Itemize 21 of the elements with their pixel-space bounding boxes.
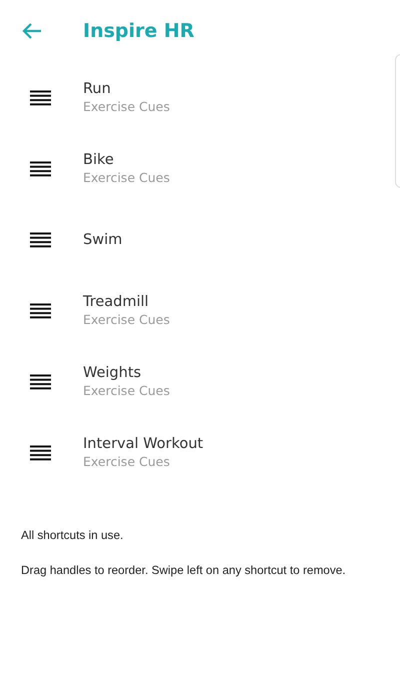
- back-icon[interactable]: [22, 23, 42, 39]
- drag-handle-icon[interactable]: [30, 302, 51, 318]
- shortcut-subtitle: Exercise Cues: [83, 170, 170, 185]
- hint-text: Drag handles to reorder. Swipe left on any shortcut to remove.: [21, 563, 347, 577]
- shortcut-title[interactable]: Swim: [83, 232, 122, 248]
- drag-handle-icon[interactable]: [30, 90, 51, 106]
- screen-title: Inspire HR: [83, 20, 194, 42]
- shortcut-subtitle: Exercise Cues: [83, 99, 170, 114]
- shortcut-title[interactable]: Run: [83, 81, 170, 97]
- shortcut-title[interactable]: Treadmill: [83, 294, 170, 310]
- shortcut-subtitle: Exercise Cues: [83, 454, 171, 469]
- drag-handle-icon[interactable]: [30, 444, 51, 460]
- drag-handle-icon[interactable]: [30, 374, 51, 390]
- drag-handle-icon[interactable]: [30, 160, 51, 176]
- drag-handle-icon[interactable]: [30, 232, 51, 248]
- shortcut-title[interactable]: Interval Workout: [83, 436, 204, 452]
- shortcut-subtitle: Exercise Cues: [83, 312, 170, 327]
- shortcut-title[interactable]: Bike: [83, 152, 170, 168]
- status-text: All shortcuts in use.: [21, 528, 124, 542]
- shortcut-subtitle: Exercise Cues: [83, 383, 170, 398]
- shortcut-title[interactable]: Weights: [83, 365, 170, 381]
